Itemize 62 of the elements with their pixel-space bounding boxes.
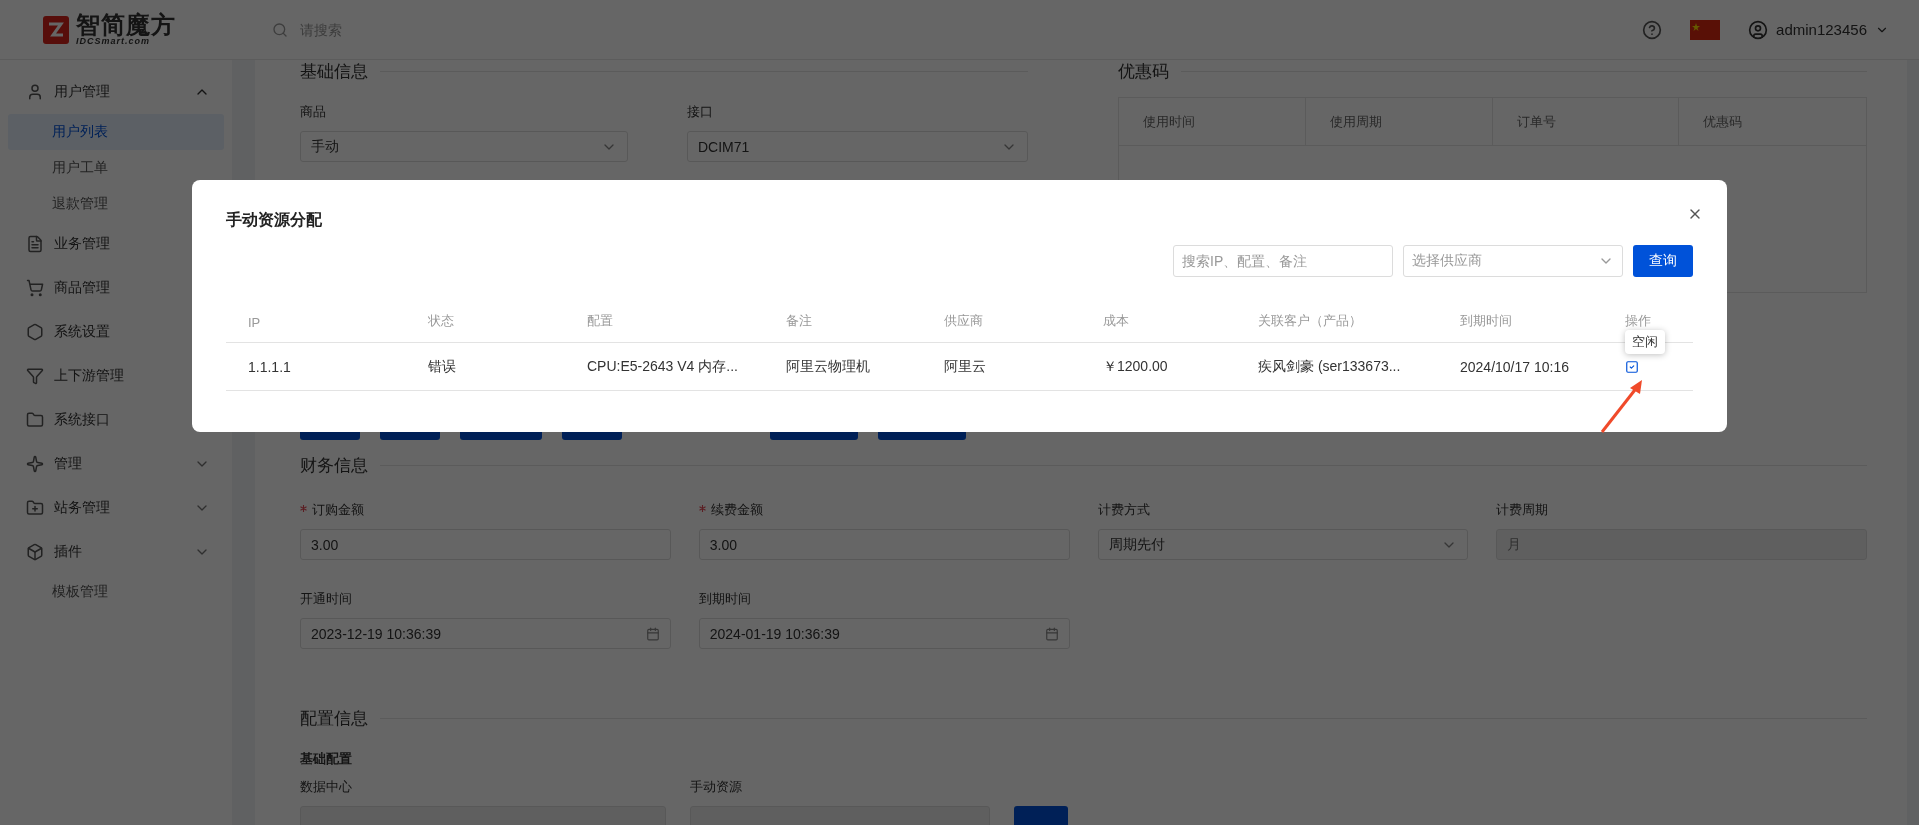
date-field[interactable]: 2024-01-19 10:36:39 xyxy=(698,618,1070,649)
sidebar-item[interactable]: 站务管理 xyxy=(0,486,232,530)
column-header: 使用时间 xyxy=(1119,98,1306,145)
tooltip: 空闲 xyxy=(1625,330,1665,354)
section-title: 基础信息 xyxy=(300,60,1028,83)
query-button[interactable]: 查询 xyxy=(1633,245,1693,277)
sidebar-item[interactable]: 商品管理 xyxy=(0,266,232,310)
select-field[interactable]: 周期先付 xyxy=(1097,529,1469,560)
date-field[interactable]: 2023-12-19 10:36:39 xyxy=(300,618,671,649)
sidebar-item[interactable]: 模板管理 xyxy=(8,574,224,610)
logo-subtitle: IDCSmart.com xyxy=(76,37,151,46)
sidebar-item[interactable]: 系统接口 xyxy=(0,398,232,442)
table-cell-text: 阿里云物理机 xyxy=(786,357,871,376)
user-menu[interactable]: admin123456 xyxy=(1748,19,1889,40)
column-header: 关联客户（产品） xyxy=(1258,312,1363,330)
table-cell-text: CPU:E5-2643 V4 内存... xyxy=(587,357,739,376)
field-label: 开通时间 xyxy=(300,590,353,608)
table-cell-text: 1.1.1.1 xyxy=(248,358,292,375)
sidebar-item[interactable]: 系统设置 xyxy=(0,310,232,354)
field-label: 计费周期 xyxy=(1496,501,1550,519)
table-cell-text: ￥1200.00 xyxy=(1103,357,1169,376)
input-field[interactable]: 3.00 xyxy=(698,529,1070,560)
sidebar-item[interactable]: 用户管理 xyxy=(0,70,232,114)
sidebar-subitem[interactable]: 用户列表 xyxy=(8,114,224,150)
column-header: 优惠码 xyxy=(1702,112,1744,131)
column-header: 到期时间 xyxy=(1460,312,1513,330)
sidebar-item[interactable]: 上下游管理 xyxy=(0,354,232,398)
logo-text: 智简魔方 xyxy=(76,13,176,37)
select-field[interactable]: 手动 xyxy=(300,131,628,162)
column-header: 供应商 xyxy=(944,312,984,330)
section-title: 配置信息 xyxy=(300,707,1867,730)
column-header: 操作 xyxy=(1625,312,1652,330)
table-cell-text: 疾风剑豪 (ser133673... xyxy=(1258,357,1402,376)
field-label: 商品 xyxy=(300,103,327,121)
field-label: 到期时间 xyxy=(698,590,752,608)
field-label: 接口 xyxy=(687,103,714,121)
table-cell-text: 阿里云 xyxy=(944,357,987,376)
column-header: 使用周期 xyxy=(1305,98,1493,145)
field-label: 计费方式 xyxy=(1097,501,1151,519)
column-header: 成本 xyxy=(1103,312,1130,330)
sidebar-subitem[interactable]: 用户工单 xyxy=(8,150,224,186)
supplier-select[interactable]: 选择供应商 xyxy=(1403,245,1623,277)
column-header: 配置 xyxy=(587,312,614,330)
column-header: 状态 xyxy=(428,312,455,330)
sidebar-item[interactable]: 管理 xyxy=(0,442,232,486)
column-header: 备注 xyxy=(786,312,813,330)
field-label: 数据中心 xyxy=(300,778,353,796)
column-header: 订单号 xyxy=(1492,98,1680,145)
subsection-title: 基础配置 xyxy=(300,750,353,768)
table-cell-text: 错误 xyxy=(428,357,457,376)
section-title: 财务信息 xyxy=(300,454,1867,477)
sidebar-item[interactable]: 插件 xyxy=(0,530,232,574)
field-label: 续费金额 xyxy=(698,501,1070,519)
search-field[interactable]: 搜索IP、配置、备注 xyxy=(1173,245,1393,277)
table-cell-text: 2024/10/17 10:16 xyxy=(1460,358,1570,375)
field-label: 手动资源 xyxy=(690,778,743,796)
input-field[interactable]: 3.00 xyxy=(300,529,671,560)
field-label: 订购金额 xyxy=(300,501,671,519)
section-title: 优惠码 xyxy=(1118,60,1867,83)
select-field[interactable]: DCIM71 xyxy=(687,131,1028,162)
dialog-title: 手动资源分配 xyxy=(226,210,323,230)
column-header: IP xyxy=(248,315,262,330)
